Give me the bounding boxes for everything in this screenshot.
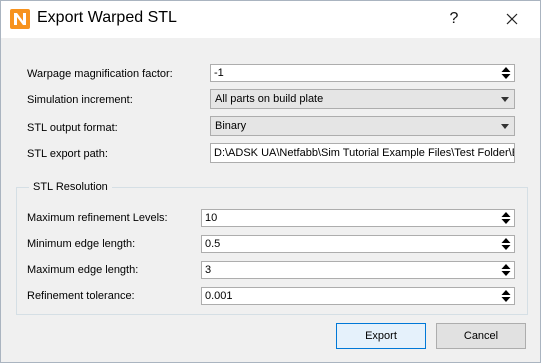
- export-path-input[interactable]: D:\ADSK UA\Netfabb\Sim Tutorial Example …: [210, 143, 515, 163]
- path-label: STL export path:: [27, 148, 108, 160]
- chevron-down-icon: [501, 97, 509, 102]
- spin-up-arrow-icon[interactable]: [500, 66, 512, 73]
- spin-down-arrow-icon[interactable]: [500, 296, 512, 303]
- spin-down-arrow-icon[interactable]: [500, 270, 512, 277]
- spin-down-arrow-icon[interactable]: [500, 218, 512, 225]
- format-dropdown[interactable]: Binary: [210, 116, 515, 136]
- netfabb-n-icon: [10, 9, 30, 29]
- increment-value: All parts on build plate: [215, 93, 324, 105]
- increment-label: Simulation increment:: [27, 94, 133, 106]
- help-button[interactable]: ?: [439, 3, 469, 35]
- title-bar[interactable]: Export Warped STL ?: [1, 1, 540, 38]
- spin-up-arrow-icon[interactable]: [500, 289, 512, 296]
- max-levels-spinbox[interactable]: 10: [201, 209, 515, 227]
- warpage-label: Warpage magnification factor:: [27, 68, 173, 80]
- format-value: Binary: [215, 120, 247, 132]
- dialog-title: Export Warped STL: [37, 9, 177, 26]
- min-edge-value[interactable]: 0.5: [205, 238, 220, 250]
- spin-arrows[interactable]: [499, 263, 513, 277]
- warpage-spinbox[interactable]: -1: [210, 64, 515, 82]
- format-label: STL output format:: [27, 122, 118, 134]
- close-icon: [506, 13, 518, 25]
- tolerance-label: Refinement tolerance:: [27, 290, 135, 302]
- increment-dropdown[interactable]: All parts on build plate: [210, 89, 515, 109]
- spin-arrows[interactable]: [499, 66, 513, 80]
- tolerance-spinbox[interactable]: 0.001: [201, 287, 515, 305]
- max-levels-value[interactable]: 10: [205, 212, 217, 224]
- stl-resolution-title: STL Resolution: [29, 181, 112, 193]
- spin-down-arrow-icon[interactable]: [500, 244, 512, 251]
- max-edge-label: Maximum edge length:: [27, 264, 139, 276]
- export-button[interactable]: Export: [336, 323, 426, 349]
- spin-arrows[interactable]: [499, 211, 513, 225]
- export-path-value[interactable]: D:\ADSK UA\Netfabb\Sim Tutorial Example …: [214, 147, 514, 159]
- min-edge-label: Minimum edge length:: [27, 238, 136, 250]
- max-edge-value[interactable]: 3: [205, 264, 211, 276]
- spin-up-arrow-icon[interactable]: [500, 211, 512, 218]
- spin-down-arrow-icon[interactable]: [500, 73, 512, 80]
- max-levels-label: Maximum refinement Levels:: [27, 212, 168, 224]
- spin-arrows[interactable]: [499, 237, 513, 251]
- export-warped-stl-dialog: Export Warped STL ? Warpage magnificatio…: [0, 0, 541, 363]
- cancel-button[interactable]: Cancel: [436, 323, 526, 349]
- spin-up-arrow-icon[interactable]: [500, 237, 512, 244]
- chevron-down-icon: [501, 124, 509, 129]
- spin-up-arrow-icon[interactable]: [500, 263, 512, 270]
- min-edge-spinbox[interactable]: 0.5: [201, 235, 515, 253]
- spin-arrows[interactable]: [499, 289, 513, 303]
- warpage-value[interactable]: -1: [214, 67, 224, 79]
- tolerance-value[interactable]: 0.001: [205, 290, 233, 302]
- max-edge-spinbox[interactable]: 3: [201, 261, 515, 279]
- close-button[interactable]: [497, 3, 527, 35]
